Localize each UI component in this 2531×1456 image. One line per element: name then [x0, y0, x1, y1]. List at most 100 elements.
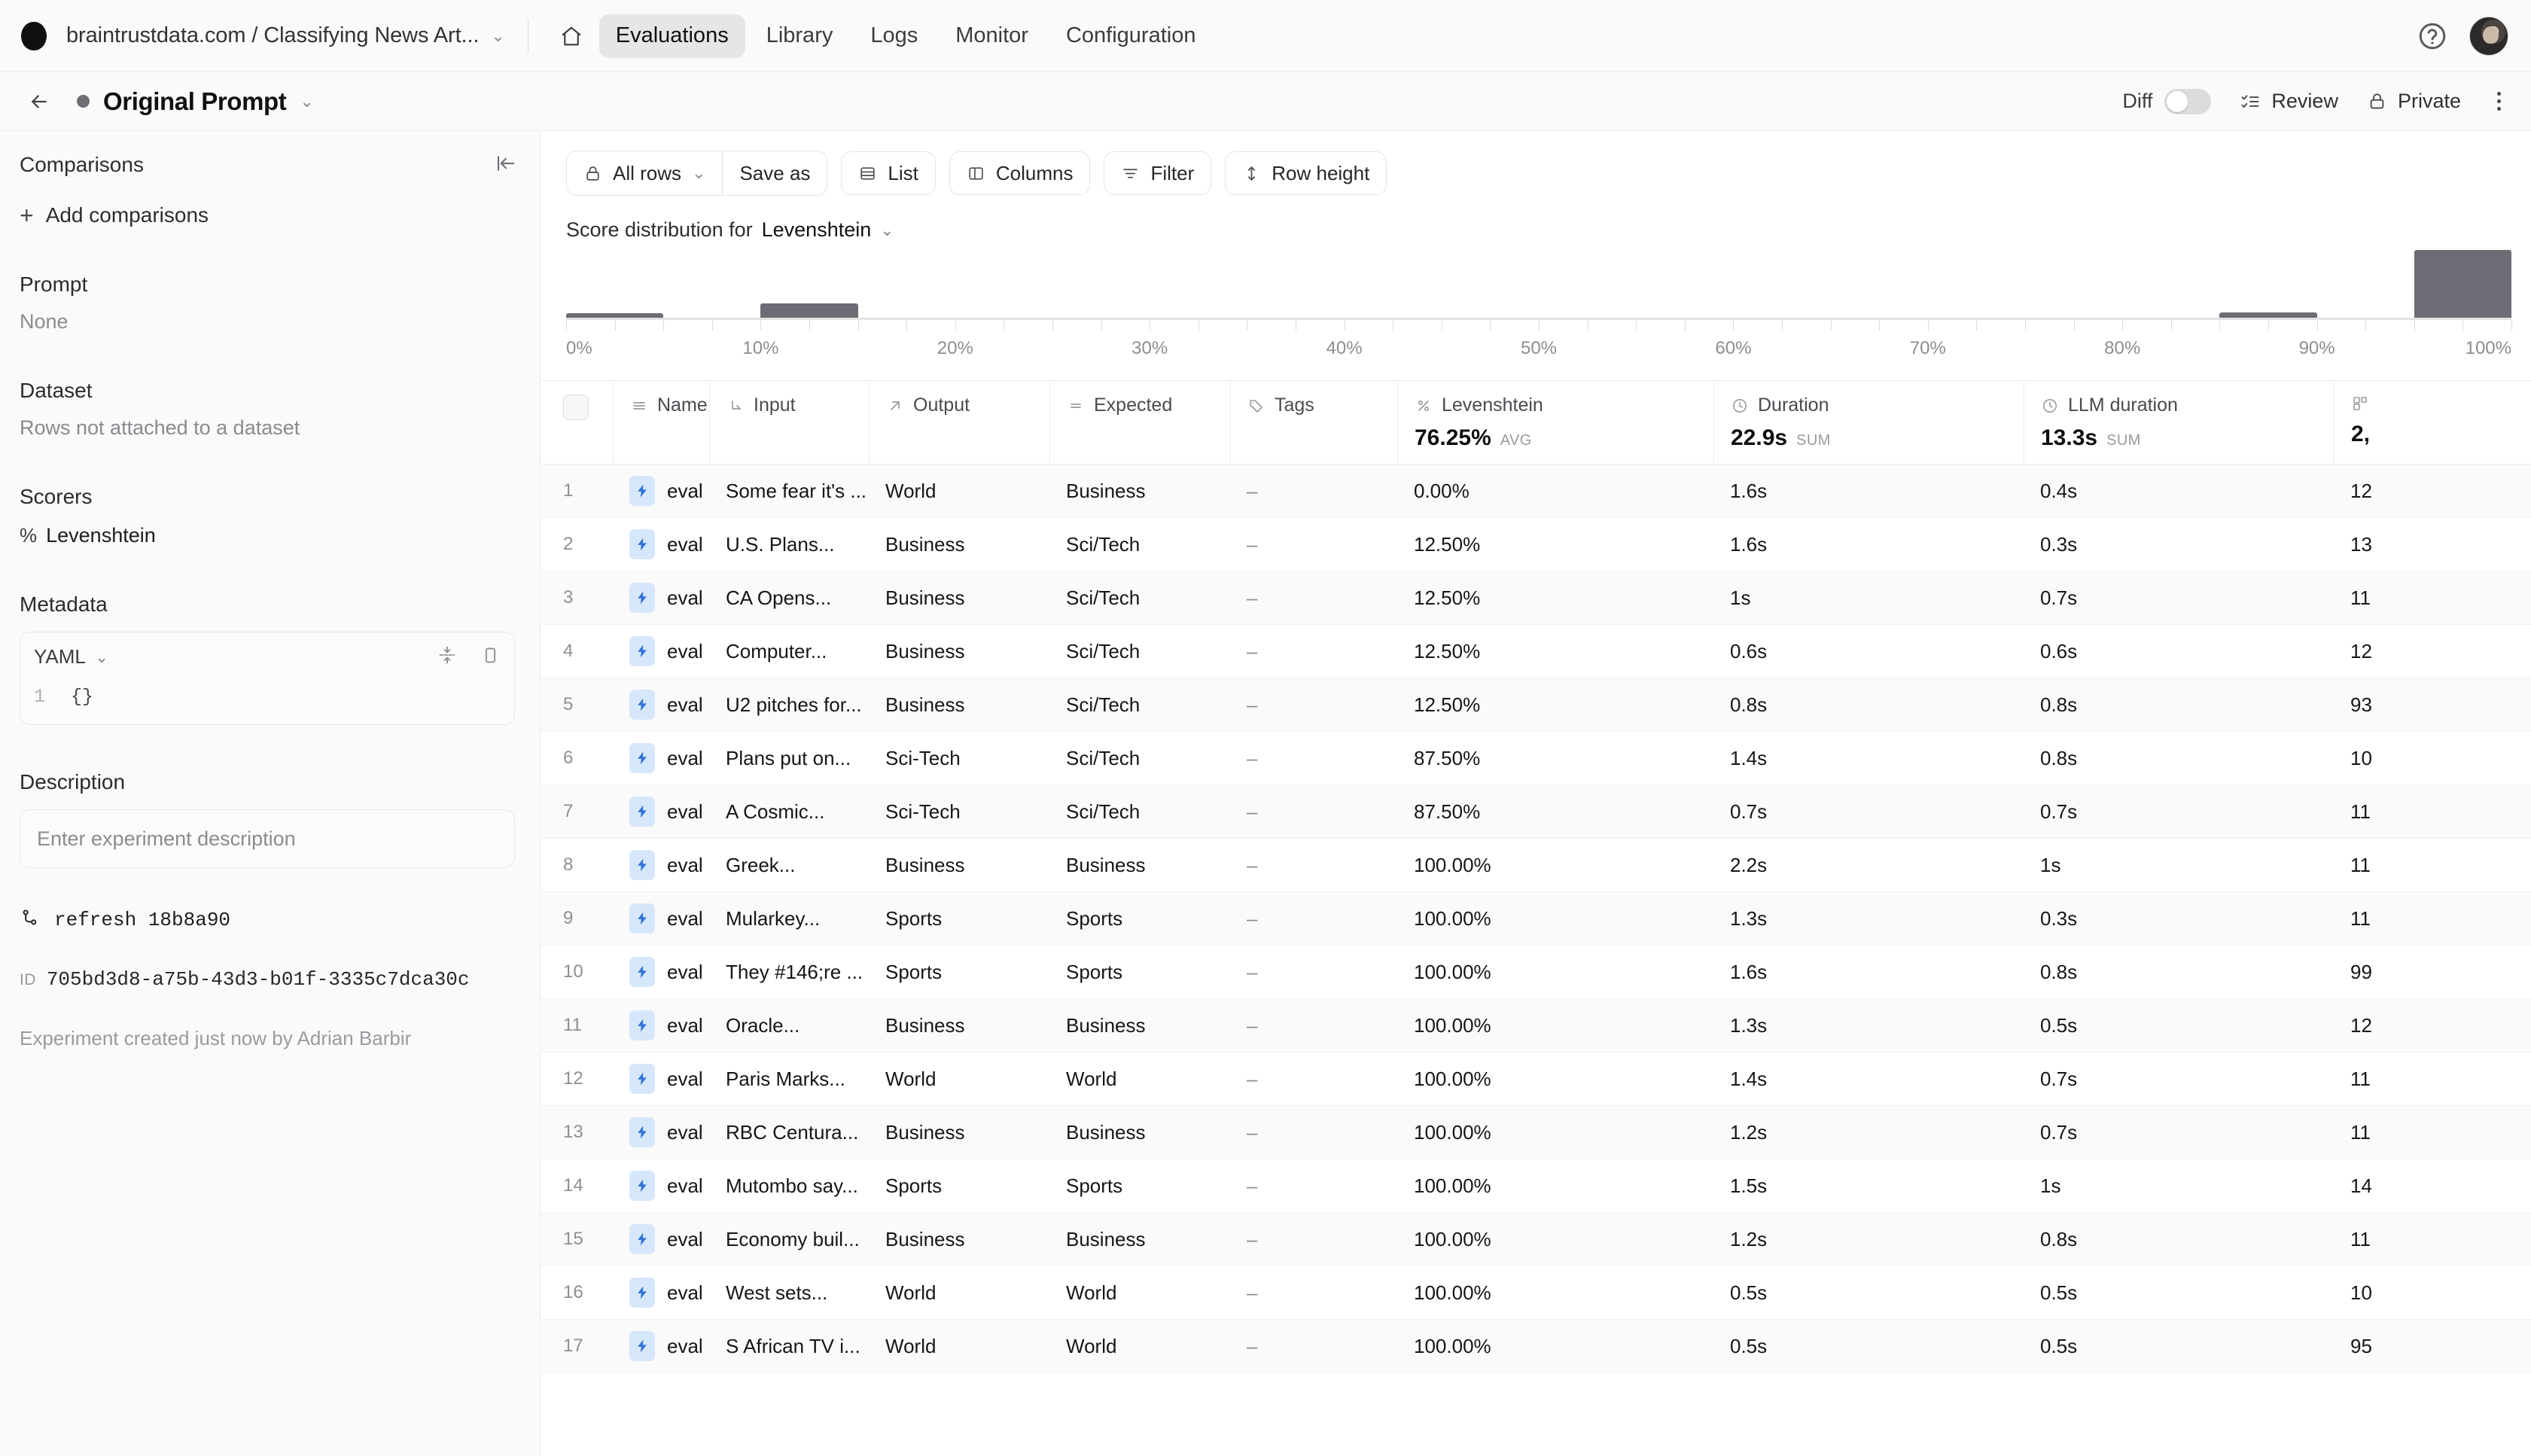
histogram-bar[interactable]: [2219, 312, 2316, 318]
diff-toggle[interactable]: [2164, 89, 2211, 114]
cell-input[interactable]: U.S. Plans...: [709, 518, 869, 571]
cell-duration[interactable]: 1.3s: [1713, 999, 2024, 1052]
cell-input[interactable]: U2 pitches for...: [709, 678, 869, 731]
cell-expected[interactable]: Business: [1049, 999, 1230, 1052]
cell-tags[interactable]: –: [1230, 732, 1397, 784]
cell-name[interactable]: eval: [613, 518, 709, 571]
cell-levenshtein[interactable]: 12.50%: [1397, 571, 1713, 624]
cell-duration[interactable]: 1.6s: [1713, 465, 2024, 517]
cell-duration[interactable]: 2.2s: [1713, 839, 2024, 891]
cell-tokens[interactable]: 10: [2334, 732, 2531, 784]
panel-collapse-icon[interactable]: [495, 152, 520, 178]
cell-output[interactable]: World: [869, 1320, 1049, 1372]
cell-tags[interactable]: –: [1230, 571, 1397, 624]
cell-output[interactable]: Business: [869, 1106, 1049, 1159]
table-row[interactable]: 13evalRBC Centura...BusinessBusiness–100…: [541, 1106, 2531, 1159]
cell-input[interactable]: They #146;re ...: [709, 946, 869, 998]
cell-llm-duration[interactable]: 0.8s: [2024, 1213, 2334, 1266]
avatar[interactable]: [2469, 17, 2508, 56]
cell-output[interactable]: Sports: [869, 892, 1049, 945]
cell-llm-duration[interactable]: 0.8s: [2024, 732, 2334, 784]
cell-tags[interactable]: –: [1230, 946, 1397, 998]
cell-input[interactable]: Computer...: [709, 625, 869, 678]
cell-output[interactable]: Sci-Tech: [869, 785, 1049, 838]
cell-expected[interactable]: Sci/Tech: [1049, 625, 1230, 678]
cell-output[interactable]: Business: [869, 1213, 1049, 1266]
table-row[interactable]: 14evalMutombo say...SportsSports–100.00%…: [541, 1159, 2531, 1213]
row-height-button[interactable]: Row height: [1225, 151, 1387, 195]
cell-name[interactable]: eval: [613, 465, 709, 517]
cell-expected[interactable]: Sci/Tech: [1049, 571, 1230, 624]
cell-llm-duration[interactable]: 0.7s: [2024, 1106, 2334, 1159]
cell-tags[interactable]: –: [1230, 999, 1397, 1052]
metadata-editor[interactable]: YAML ⌄ 1 {}: [20, 632, 515, 725]
cell-expected[interactable]: World: [1049, 1320, 1230, 1372]
column-header-tags[interactable]: Tags: [1230, 381, 1397, 464]
table-row[interactable]: 7evalA Cosmic...Sci-TechSci/Tech–87.50%0…: [541, 785, 2531, 839]
cell-expected[interactable]: World: [1049, 1052, 1230, 1105]
cell-levenshtein[interactable]: 100.00%: [1397, 1266, 1713, 1319]
cell-llm-duration[interactable]: 0.7s: [2024, 785, 2334, 838]
cell-name[interactable]: eval: [613, 999, 709, 1052]
experiment-title-group[interactable]: Original Prompt ⌄: [77, 87, 314, 116]
cell-output[interactable]: World: [869, 465, 1049, 517]
cell-tokens[interactable]: 93: [2334, 678, 2531, 731]
cell-llm-duration[interactable]: 1s: [2024, 839, 2334, 891]
cell-tags[interactable]: –: [1230, 1159, 1397, 1212]
cell-input[interactable]: CA Opens...: [709, 571, 869, 624]
cell-input[interactable]: RBC Centura...: [709, 1106, 869, 1159]
column-header-output[interactable]: Output: [869, 381, 1049, 464]
cell-tags[interactable]: –: [1230, 1213, 1397, 1266]
braintrust-logo[interactable]: [21, 22, 47, 50]
cell-levenshtein[interactable]: 87.50%: [1397, 785, 1713, 838]
cell-levenshtein[interactable]: 100.00%: [1397, 1320, 1713, 1372]
breadcrumb[interactable]: braintrustdata.com / Classifying News Ar…: [66, 23, 505, 48]
chevron-down-icon[interactable]: ⌄: [692, 165, 705, 181]
cell-name[interactable]: eval: [613, 1213, 709, 1266]
select-all-checkbox[interactable]: [563, 394, 589, 420]
git-ref-row[interactable]: refresh 18b8a90: [20, 907, 520, 932]
cell-name[interactable]: eval: [613, 625, 709, 678]
table-row[interactable]: 11evalOracle...BusinessBusiness–100.00%1…: [541, 999, 2531, 1052]
copy-icon[interactable]: [480, 645, 501, 669]
cell-tokens[interactable]: 11: [2334, 785, 2531, 838]
cell-input[interactable]: Oracle...: [709, 999, 869, 1052]
cell-duration[interactable]: 0.8s: [1713, 678, 2024, 731]
cell-tags[interactable]: –: [1230, 785, 1397, 838]
cell-tokens[interactable]: 11: [2334, 571, 2531, 624]
cell-llm-duration[interactable]: 0.5s: [2024, 999, 2334, 1052]
cell-levenshtein[interactable]: 12.50%: [1397, 518, 1713, 571]
cell-levenshtein[interactable]: 100.00%: [1397, 892, 1713, 945]
cell-expected[interactable]: Business: [1049, 465, 1230, 517]
column-header-llm[interactable]: LLM duration13.3sSUM: [2024, 381, 2334, 464]
cell-levenshtein[interactable]: 100.00%: [1397, 1213, 1713, 1266]
cell-llm-duration[interactable]: 0.3s: [2024, 518, 2334, 571]
cell-expected[interactable]: Sci/Tech: [1049, 518, 1230, 571]
cell-duration[interactable]: 1.2s: [1713, 1213, 2024, 1266]
cell-levenshtein[interactable]: 100.00%: [1397, 946, 1713, 998]
column-header-dur[interactable]: Duration22.9sSUM: [1713, 381, 2024, 464]
cell-levenshtein[interactable]: 100.00%: [1397, 999, 1713, 1052]
cell-llm-duration[interactable]: 1s: [2024, 1159, 2334, 1212]
filter-button[interactable]: Filter: [1104, 151, 1211, 195]
cell-output[interactable]: Business: [869, 571, 1049, 624]
cell-name[interactable]: eval: [613, 732, 709, 784]
cell-tags[interactable]: –: [1230, 465, 1397, 517]
cell-expected[interactable]: World: [1049, 1266, 1230, 1319]
cell-tags[interactable]: –: [1230, 678, 1397, 731]
private-button[interactable]: Private: [2367, 90, 2461, 113]
cell-levenshtein[interactable]: 0.00%: [1397, 465, 1713, 517]
scorer-item-levenshtein[interactable]: % Levenshtein: [20, 524, 520, 547]
cell-tags[interactable]: –: [1230, 625, 1397, 678]
cell-duration[interactable]: 0.7s: [1713, 785, 2024, 838]
cell-duration[interactable]: 1.4s: [1713, 732, 2024, 784]
cell-llm-duration[interactable]: 0.3s: [2024, 892, 2334, 945]
table-row[interactable]: 8evalGreek...BusinessBusiness–100.00%2.2…: [541, 839, 2531, 892]
cell-expected[interactable]: Business: [1049, 1106, 1230, 1159]
cell-llm-duration[interactable]: 0.7s: [2024, 571, 2334, 624]
cell-name[interactable]: eval: [613, 892, 709, 945]
cell-duration[interactable]: 1.6s: [1713, 518, 2024, 571]
chevron-down-icon[interactable]: ⌄: [491, 28, 504, 44]
cell-expected[interactable]: Sci/Tech: [1049, 732, 1230, 784]
cell-levenshtein[interactable]: 100.00%: [1397, 839, 1713, 891]
